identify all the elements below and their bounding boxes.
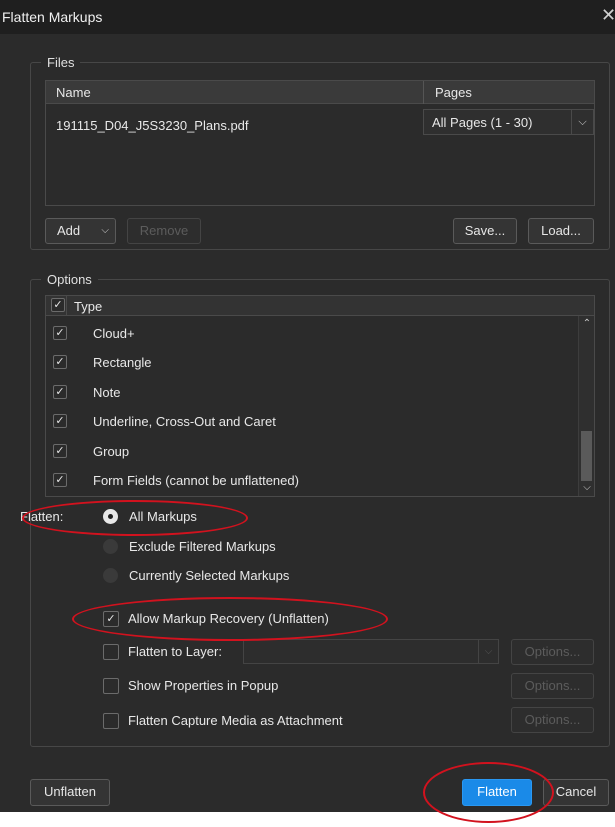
capture-media-checkbox[interactable]: [103, 713, 119, 729]
select-all-checkbox[interactable]: ✓: [51, 298, 65, 312]
type-checkbox[interactable]: ✓: [53, 414, 67, 428]
chevron-down-icon[interactable]: ⌵: [478, 640, 498, 663]
column-header-pages[interactable]: Pages: [435, 85, 472, 100]
list-item[interactable]: ✓ Note: [46, 378, 578, 407]
unflatten-button[interactable]: Unflatten: [30, 779, 110, 806]
chevron-down-icon[interactable]: ⌵: [571, 110, 593, 134]
radio-label-exclude-filtered[interactable]: Exclude Filtered Markups: [129, 539, 276, 554]
radio-all-markups[interactable]: [103, 509, 118, 524]
layer-options-button[interactable]: Options...: [511, 639, 594, 665]
files-table[interactable]: Name Pages 191115_D04_J5S3230_Plans.pdf …: [45, 80, 595, 206]
list-item[interactable]: ✓ Group: [46, 437, 578, 466]
scrollbar-thumb[interactable]: [581, 431, 592, 481]
type-label: Group: [93, 444, 130, 459]
title-bar: Flatten Markups ✕: [0, 0, 615, 34]
window-title: Flatten Markups: [2, 9, 103, 25]
options-legend: Options: [47, 272, 92, 287]
pages-select[interactable]: All Pages (1 - 30) ⌵: [423, 109, 594, 135]
cancel-button[interactable]: Cancel: [543, 779, 609, 806]
type-list-header: ✓ Type: [46, 296, 594, 316]
radio-exclude-filtered[interactable]: [103, 539, 118, 554]
remove-button[interactable]: Remove: [127, 218, 201, 244]
type-checkbox[interactable]: ✓: [53, 385, 67, 399]
flatten-button[interactable]: Flatten: [462, 779, 532, 806]
file-name-cell[interactable]: 191115_D04_J5S3230_Plans.pdf: [56, 118, 249, 133]
popup-options-button[interactable]: Options...: [511, 673, 594, 699]
type-checkbox[interactable]: ✓: [53, 473, 67, 487]
chevron-down-icon[interactable]: ⌵: [101, 219, 109, 243]
type-checkbox[interactable]: ✓: [53, 444, 67, 458]
type-label: Cloud+: [93, 326, 135, 341]
radio-label-currently-selected[interactable]: Currently Selected Markups: [129, 568, 289, 583]
load-button[interactable]: Load...: [528, 218, 594, 244]
layer-select[interactable]: ⌵: [243, 639, 499, 664]
column-divider: [423, 81, 424, 104]
column-header-name[interactable]: Name: [56, 85, 91, 100]
list-item[interactable]: ✓ Form Fields (cannot be unflattened): [46, 466, 578, 495]
flatten-to-layer-checkbox[interactable]: [103, 644, 119, 660]
type-label: Note: [93, 385, 121, 400]
save-button[interactable]: Save...: [453, 218, 517, 244]
add-button-label: Add: [57, 223, 81, 238]
list-item[interactable]: ✓ Underline, Cross-Out and Caret: [46, 407, 578, 436]
list-item[interactable]: ✓ Rectangle: [46, 348, 578, 377]
flatten-markups-dialog: Flatten Markups ✕ Files Name Pages 19111…: [0, 0, 615, 823]
allow-recovery-label[interactable]: Allow Markup Recovery (Unflatten): [128, 611, 329, 626]
capture-media-label[interactable]: Flatten Capture Media as Attachment: [128, 713, 343, 728]
flatten-to-layer-label[interactable]: Flatten to Layer:: [128, 644, 222, 659]
column-divider: [66, 296, 67, 316]
type-checkbox[interactable]: ✓: [53, 326, 67, 340]
files-table-header: Name Pages: [46, 81, 594, 104]
add-button[interactable]: Add ⌵: [45, 218, 116, 244]
flatten-label: Flatten:: [20, 509, 64, 524]
type-checkbox[interactable]: ✓: [53, 355, 67, 369]
pages-select-value: All Pages (1 - 30): [432, 115, 533, 130]
type-label: Form Fields (cannot be unflattened): [93, 473, 299, 488]
files-legend: Files: [47, 55, 75, 70]
media-options-button[interactable]: Options...: [511, 707, 594, 733]
type-label: Underline, Cross-Out and Caret: [93, 414, 276, 429]
list-item[interactable]: ✓ Cloud+: [46, 319, 578, 348]
radio-label-all-markups[interactable]: All Markups: [129, 509, 197, 524]
chevron-down-icon[interactable]: ⌵: [579, 480, 594, 496]
show-properties-checkbox[interactable]: [103, 678, 119, 694]
radio-currently-selected[interactable]: [103, 568, 118, 583]
type-column-header[interactable]: Type: [74, 299, 102, 314]
markup-type-list[interactable]: ✓ Type ✓ Cloud+ ✓ Rectangle ✓ Note ✓ Und…: [45, 295, 595, 497]
type-label: Rectangle: [93, 355, 152, 370]
type-list-scrollbar[interactable]: ⌃ ⌵: [578, 316, 594, 496]
chevron-up-icon[interactable]: ⌃: [579, 316, 594, 332]
show-properties-label[interactable]: Show Properties in Popup: [128, 678, 278, 693]
allow-recovery-checkbox[interactable]: ✓: [103, 611, 119, 627]
close-icon[interactable]: ✕: [601, 5, 615, 27]
